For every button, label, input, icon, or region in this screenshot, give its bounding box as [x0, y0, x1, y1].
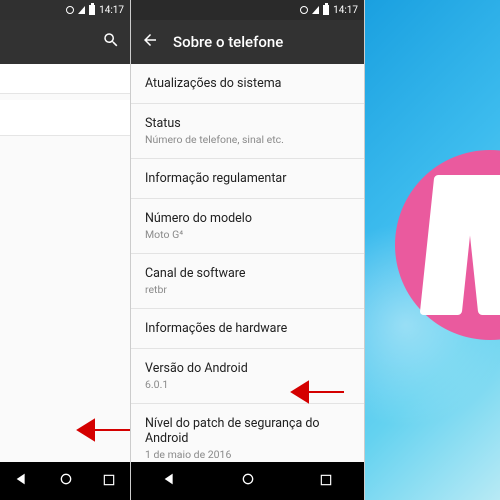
item-secondary: Número de telefone, sinal etc.	[145, 133, 350, 146]
navigation-bar	[0, 462, 130, 500]
item-secondary: 1 de maio de 2016	[145, 448, 350, 461]
about-phone-list: Atualizações do sistema Status Número de t…	[131, 64, 364, 474]
battery-icon	[323, 5, 329, 15]
nav-recent-icon[interactable]	[319, 472, 333, 491]
item-primary: Informações de hardware	[145, 321, 350, 336]
about-phone-screen: 14:17 Sobre o telefone Atualizações do s…	[130, 0, 365, 500]
battery-icon	[89, 5, 95, 15]
list-item[interactable]: Informação regulamentar	[131, 159, 364, 199]
item-primary: Versão do Android	[145, 361, 350, 376]
left-screen: 14:17	[0, 0, 130, 500]
item-primary: Status	[145, 116, 350, 131]
orientation-icon	[300, 6, 308, 14]
list-item[interactable]: Status Número de telefone, sinal etc.	[131, 104, 364, 159]
status-bar: 14:17	[0, 0, 130, 20]
nav-recent-icon[interactable]	[102, 472, 116, 491]
nav-home-icon[interactable]	[240, 471, 256, 491]
list-item[interactable]: Canal de software retbr	[131, 254, 364, 309]
nav-back-icon[interactable]	[14, 471, 30, 491]
list-item[interactable]	[0, 64, 130, 94]
marshmallow-easter-egg	[365, 0, 500, 500]
item-primary: Canal de software	[145, 266, 350, 281]
item-primary: Número do modelo	[145, 211, 350, 226]
clock: 14:17	[99, 5, 124, 16]
item-primary: Informação regulamentar	[145, 171, 350, 186]
annotation-arrow	[76, 416, 132, 448]
nav-home-icon[interactable]	[58, 471, 74, 491]
list-item[interactable]	[0, 100, 130, 136]
annotation-arrow	[290, 378, 346, 410]
list-item[interactable]: Informações de hardware	[131, 309, 364, 349]
settings-list-partial	[0, 64, 130, 136]
m-letter-icon	[427, 175, 500, 315]
item-primary: Atualizações do sistema	[145, 76, 350, 91]
clock: 14:17	[333, 5, 358, 16]
search-icon[interactable]	[102, 31, 120, 53]
item-primary: Nível do patch de segurança do Android	[145, 416, 350, 446]
toolbar	[0, 20, 130, 64]
list-item[interactable]: Atualizações do sistema	[131, 64, 364, 104]
back-arrow-icon[interactable]	[141, 31, 159, 53]
navigation-bar	[131, 462, 364, 500]
signal-icon	[78, 6, 85, 14]
item-secondary: Moto G⁴	[145, 228, 350, 241]
orientation-icon	[66, 6, 74, 14]
signal-icon	[312, 6, 319, 14]
list-item[interactable]: Número do modelo Moto G⁴	[131, 199, 364, 254]
nav-back-icon[interactable]	[162, 471, 178, 491]
status-bar: 14:17	[131, 0, 364, 20]
toolbar: Sobre o telefone	[131, 20, 364, 64]
page-title: Sobre o telefone	[173, 33, 283, 51]
item-secondary: retbr	[145, 283, 350, 296]
